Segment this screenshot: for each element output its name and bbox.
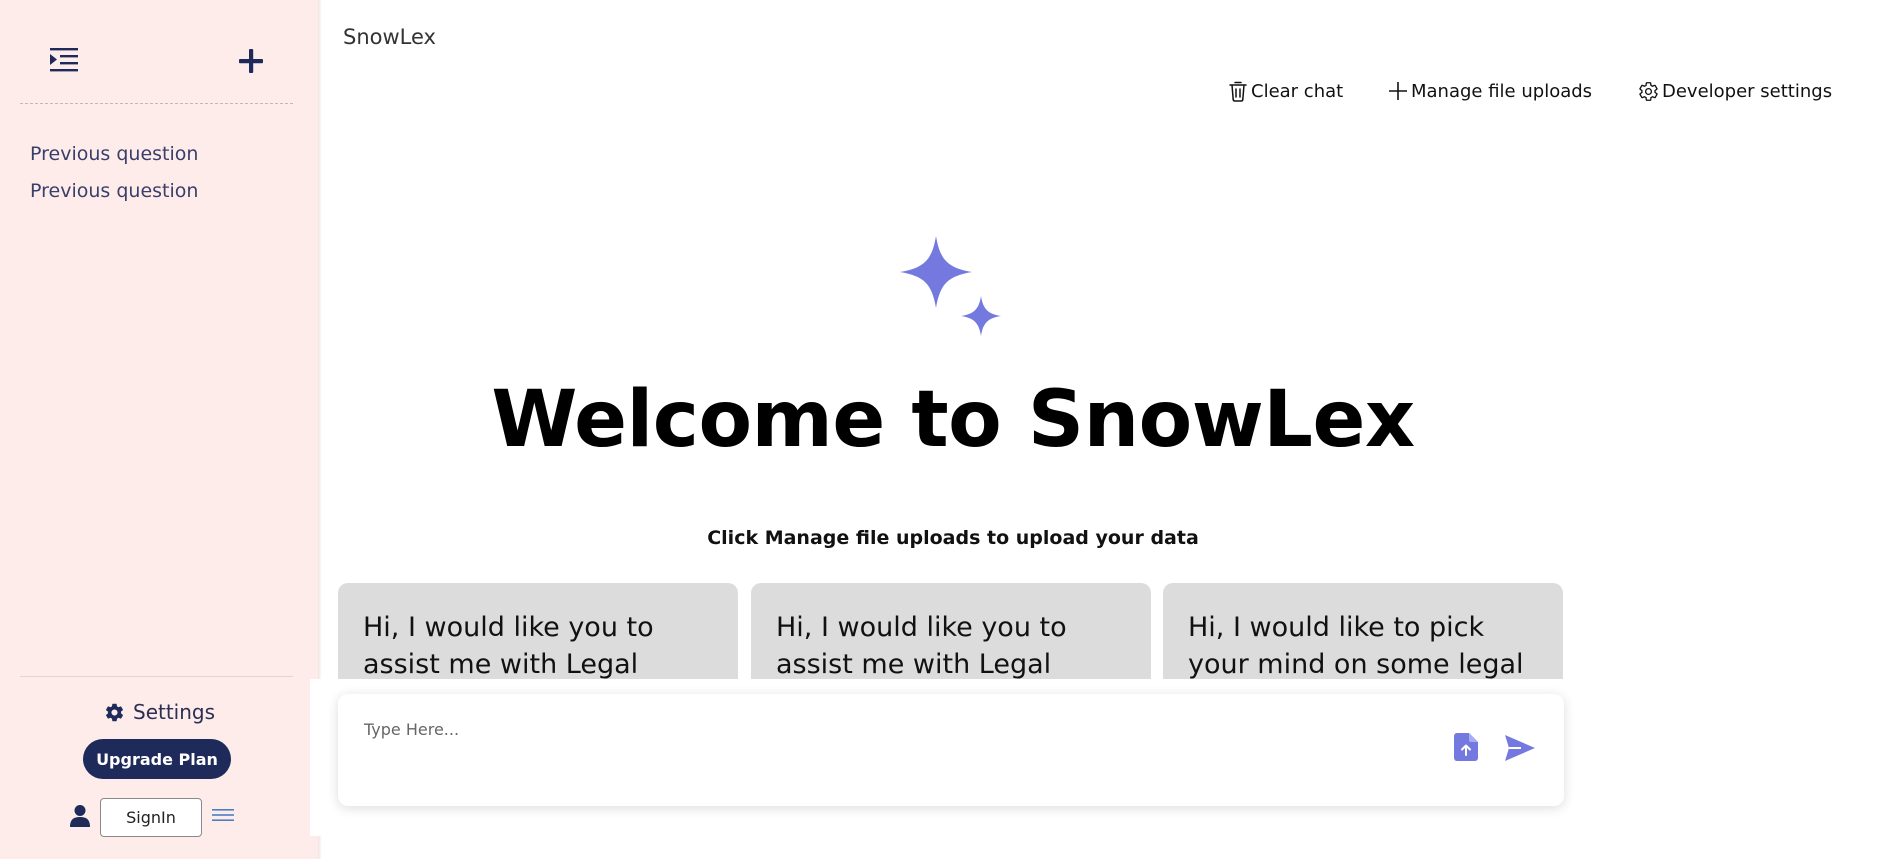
suggestion-card[interactable]: Hi, I would like to pick your mind on so… — [1163, 583, 1563, 679]
developer-settings-label: Developer settings — [1662, 80, 1833, 102]
sidebar-divider — [20, 676, 293, 677]
user-icon — [70, 805, 90, 827]
gear-icon — [105, 703, 124, 721]
history-item[interactable]: Previous question — [30, 173, 198, 210]
manage-file-uploads-button[interactable]: Manage file uploads — [1388, 76, 1592, 106]
sidebar-divider — [20, 103, 293, 104]
settings-label: Settings — [133, 700, 216, 724]
suggestion-card[interactable]: Hi, I would like you to assist me with L… — [751, 583, 1151, 679]
clear-chat-label: Clear chat — [1251, 80, 1344, 102]
upload-file-button[interactable] — [1453, 733, 1479, 763]
sidebar-toggle-button[interactable] — [44, 42, 84, 78]
suggestion-cards: Hi, I would like you to assist me with L… — [338, 583, 1564, 679]
history-item[interactable]: Previous question — [30, 136, 198, 173]
file-upload-icon — [1454, 733, 1478, 761]
sparkle-icon — [900, 236, 1001, 336]
trash-icon — [1229, 81, 1247, 102]
plus-icon — [239, 49, 263, 73]
send-button[interactable] — [1503, 734, 1537, 764]
chat-composer — [338, 694, 1564, 806]
chat-history-list: Previous question Previous question — [30, 136, 198, 210]
developer-settings-button[interactable]: Developer settings — [1638, 76, 1832, 106]
welcome-heading: Welcome to SnowLex — [491, 375, 1415, 465]
sidebar: Previous question Previous question Sett… — [0, 0, 318, 859]
settings-button[interactable]: Settings — [104, 697, 215, 727]
upgrade-plan-button[interactable]: Upgrade Plan — [83, 739, 231, 779]
indent-menu-icon — [50, 48, 78, 72]
suggestion-card[interactable]: Hi, I would like you to assist me with L… — [338, 583, 738, 679]
new-chat-button[interactable] — [234, 44, 268, 78]
chat-input[interactable] — [364, 716, 1444, 742]
gear-icon — [1639, 81, 1658, 101]
manage-file-uploads-label: Manage file uploads — [1411, 80, 1593, 102]
plus-icon — [1389, 82, 1407, 100]
upload-hint: Click Manage file uploads to upload your… — [707, 527, 1199, 549]
app-title: SnowLex — [343, 25, 436, 49]
clear-chat-button[interactable]: Clear chat — [1228, 76, 1343, 106]
send-icon — [1505, 735, 1535, 761]
hamburger-icon[interactable] — [211, 806, 235, 824]
app-root: Previous question Previous question Sett… — [0, 0, 1897, 859]
signin-button[interactable]: SignIn — [100, 798, 202, 837]
